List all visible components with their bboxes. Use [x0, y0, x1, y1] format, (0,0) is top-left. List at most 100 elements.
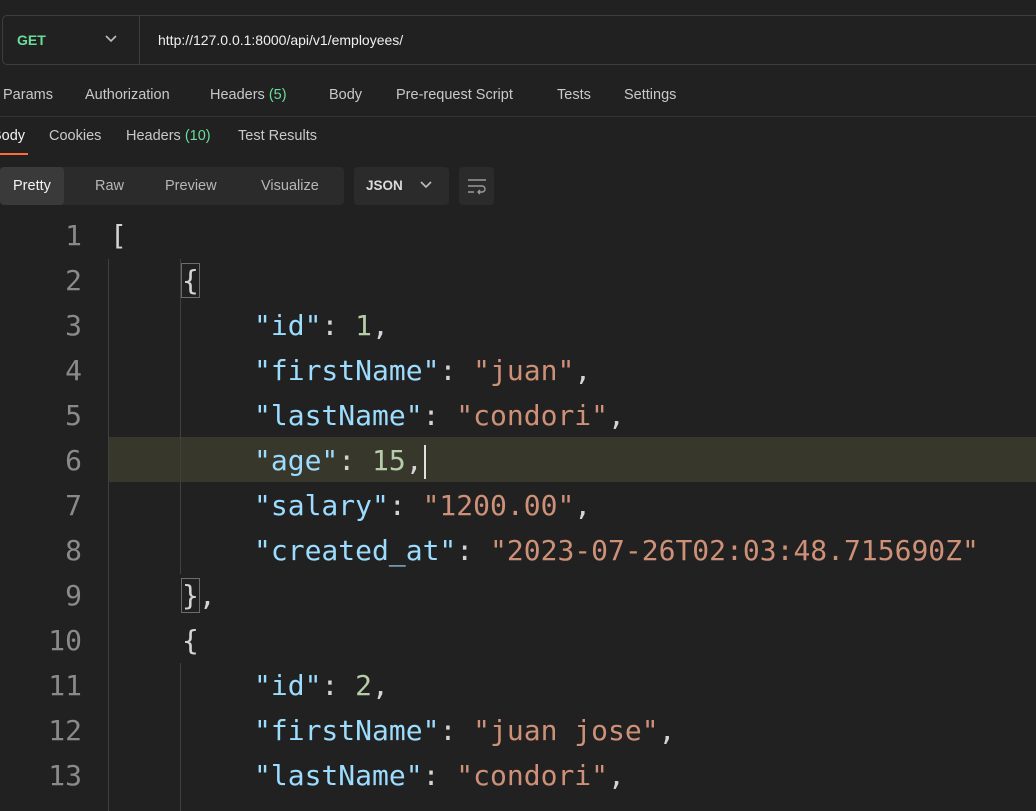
code-token: ,	[574, 489, 592, 522]
method-label: GET	[17, 32, 46, 48]
code-text: },	[181, 573, 216, 618]
line-number: 13	[48, 759, 82, 792]
code-token: "juan"	[473, 354, 575, 387]
format-mode-group: Pretty Raw Preview Visualize	[0, 167, 344, 205]
tab-label: Body	[329, 87, 363, 103]
tab-body[interactable]: Body	[329, 87, 362, 103]
code-token: ,	[608, 759, 625, 792]
code-token: },	[181, 578, 216, 613]
tab-cookies[interactable]: Cookies	[49, 128, 101, 144]
tab-label: Body	[0, 128, 26, 144]
code-token: [	[110, 219, 127, 252]
code-text: "firstName": "juan",	[254, 348, 591, 393]
code-line: 7 "salary": "1200.00",	[0, 483, 1036, 528]
visualize-button[interactable]: Visualize	[261, 167, 319, 205]
response-body-editor[interactable]: 1[2{3 "id": 1, 4 "firstName": "juan", 5 "last…	[0, 213, 1036, 811]
wrap-lines-button[interactable]	[459, 167, 494, 205]
tab-pre-request-script[interactable]: Pre-request Script	[396, 87, 513, 103]
code-token: "2023-07-26T02:03:48.715690Z"	[490, 534, 979, 567]
raw-button[interactable]: Raw	[95, 167, 124, 205]
line-number: 8	[65, 534, 82, 567]
method-select[interactable]: GET	[3, 16, 140, 64]
code-token: {	[182, 624, 199, 657]
code-token: ,	[405, 444, 423, 477]
code-token: 15	[372, 444, 406, 477]
code-line: 2{	[0, 258, 1036, 303]
code-text: {	[181, 258, 200, 303]
code-token: "lastName"	[254, 399, 423, 432]
tab-authorization[interactable]: Authorization	[85, 87, 170, 103]
code-text: "id": 2,	[254, 663, 389, 708]
preview-button[interactable]: Preview	[165, 167, 217, 205]
code-token: 2	[355, 669, 373, 702]
code-line: 10 {	[0, 618, 1036, 663]
code-token: "id"	[254, 309, 322, 342]
code-token: ,	[608, 399, 625, 432]
code-token: "juan jose"	[473, 714, 659, 747]
code-token: :	[439, 714, 474, 747]
code-token: {	[181, 263, 200, 298]
code-text: "firstName": "juan jose",	[254, 708, 675, 753]
code-token: 1	[355, 309, 373, 342]
tab-label: Pre-request Script	[396, 87, 513, 103]
request-url-bar: GET http://127.0.0.1:8000/api/v1/employe…	[2, 15, 1036, 65]
code-token: "firstName"	[254, 354, 440, 387]
tab-label: Cookies	[49, 128, 102, 144]
line-number: 7	[65, 489, 82, 522]
code-text: "id": 1,	[254, 303, 389, 348]
tab-response-body[interactable]: Body	[0, 128, 25, 144]
tab-label: Test Results	[238, 128, 317, 144]
line-number: 5	[65, 399, 82, 432]
code-token: "salary"	[254, 489, 389, 522]
line-number: 9	[65, 579, 82, 612]
tab-label: Headers	[126, 128, 181, 144]
code-line: 9},	[0, 573, 1036, 618]
line-number: 11	[48, 669, 82, 702]
code-token: :	[422, 399, 457, 432]
code-token: "lastName"	[254, 759, 423, 792]
bracket-match: }	[181, 578, 200, 613]
code-text: "created_at": "2023-07-26T02:03:48.71569…	[254, 528, 979, 573]
line-number: 4	[65, 354, 82, 387]
code-token: ,	[372, 669, 389, 702]
code-line: 6 "age": 15,	[0, 438, 1036, 483]
code-line: 12 "firstName": "juan jose",	[0, 708, 1036, 753]
code-token: ,	[658, 714, 676, 747]
line-number: 10	[48, 624, 82, 657]
code-token: :	[321, 669, 356, 702]
line-number: 2	[65, 264, 82, 297]
pretty-button[interactable]: Pretty	[0, 167, 64, 205]
code-token: :	[321, 309, 356, 342]
code-token: :	[388, 489, 423, 522]
code-line: 5 "lastName": "condori",	[0, 393, 1036, 438]
url-input[interactable]: http://127.0.0.1:8000/api/v1/employees/	[158, 32, 403, 48]
headers-count: (5)	[268, 87, 287, 103]
tab-params[interactable]: Params	[3, 87, 53, 103]
code-text: "age": 15,	[254, 438, 426, 483]
code-line: 8 "created_at": "2023-07-26T02:03:48.7156…	[0, 528, 1036, 573]
active-tab-indicator	[0, 153, 28, 155]
headers-count: (10)	[184, 128, 211, 144]
code-token: "id"	[254, 669, 322, 702]
tab-label: Settings	[624, 87, 677, 103]
code-token: "1200.00"	[422, 489, 575, 522]
code-text: "lastName": "condori",	[254, 753, 625, 798]
wrap-lines-icon	[468, 179, 486, 195]
code-token: :	[439, 354, 474, 387]
code-line: 1[	[0, 213, 1036, 258]
code-line: 4 "firstName": "juan",	[0, 348, 1036, 393]
code-text: "lastName": "condori",	[254, 393, 625, 438]
code-token: "condori"	[456, 399, 609, 432]
code-token: "age"	[254, 444, 339, 477]
line-number: 12	[48, 714, 82, 747]
bracket-match: {	[181, 263, 200, 298]
language-select[interactable]: JSON	[354, 167, 449, 205]
tab-test-results[interactable]: Test Results	[238, 128, 317, 144]
tab-label: Headers	[210, 87, 265, 103]
tab-settings[interactable]: Settings	[624, 87, 676, 103]
line-number: 6	[65, 444, 82, 477]
tab-response-headers[interactable]: Headers (10)	[126, 128, 211, 144]
tab-tests[interactable]: Tests	[557, 87, 591, 103]
tab-headers[interactable]: Headers (5)	[210, 87, 287, 103]
chevron-down-icon	[420, 181, 432, 189]
